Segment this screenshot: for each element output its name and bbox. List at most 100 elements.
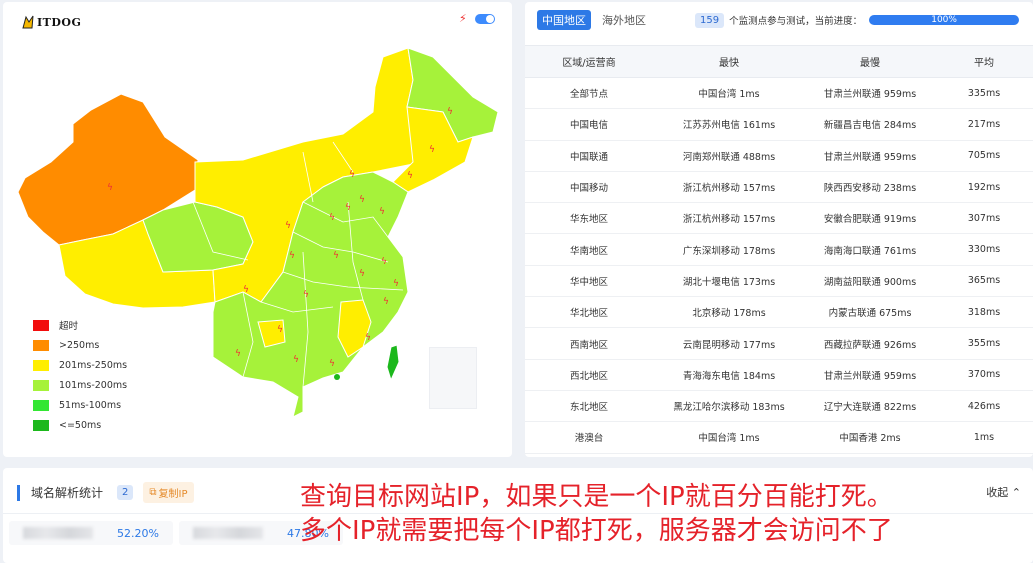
legend-item[interactable]: 201ms-250ms (33, 355, 127, 375)
node-marker-icon: ϟ (393, 279, 399, 289)
node-marker-icon: ϟ (243, 285, 249, 295)
header-average: 平均 (935, 45, 1033, 78)
legend-swatch (33, 399, 49, 411)
node-marker-icon: ϟ (345, 203, 351, 213)
annotation-line-1: 查询目标网站IP，如果只是一个IP就百分百能打死。 (300, 482, 893, 512)
region-hongkong[interactable] (334, 374, 340, 380)
node-marker-icon: ϟ (381, 257, 387, 267)
cell-fastest: 中国台湾 1ms (653, 421, 805, 454)
header-fastest: 最快 (653, 45, 805, 78)
cell-fastest: 河南郑州联通 488ms (653, 140, 805, 172)
table-row[interactable]: 华东地区 浙江杭州移动 157ms 安徽合肥联通 919ms 307ms (525, 202, 1033, 235)
collapse-label: 收起 (986, 486, 1009, 499)
cell-average: 330ms (935, 233, 1033, 266)
legend-item[interactable]: 超时 (33, 315, 127, 335)
node-marker-icon: ϟ (365, 333, 371, 343)
node-marker-icon: ϟ (333, 251, 339, 261)
cell-average: 1ms (935, 421, 1033, 454)
legend-swatch (33, 339, 49, 351)
cell-region: 华东地区 (525, 202, 653, 235)
cell-fastest: 广东深圳移动 178ms (653, 233, 805, 266)
table-row[interactable]: 西南地区 云南昆明移动 177ms 西藏拉萨联通 926ms 355ms (525, 327, 1033, 360)
legend-label: >250ms (59, 339, 100, 351)
collapse-button[interactable]: 收起 ⌃ (986, 484, 1021, 500)
legend-label: 101ms-200ms (59, 379, 128, 391)
ip-address-blurred (193, 527, 263, 539)
cell-fastest: 黑龙江哈尔滨移动 183ms (653, 390, 805, 423)
table-row[interactable]: 华北地区 北京移动 178ms 内蒙古联通 675ms 318ms (525, 296, 1033, 329)
south-china-sea-inset (429, 347, 477, 409)
cell-slowest: 西藏拉萨联通 926ms (805, 327, 935, 360)
cell-region: 中国联通 (525, 140, 653, 172)
ip-count-badge: 2 (117, 485, 134, 500)
cell-region: 西北地区 (525, 359, 653, 391)
table-row[interactable]: 中国电信 江苏苏州电信 161ms 新疆昌吉电信 284ms 217ms (525, 108, 1033, 141)
table-row[interactable]: 东北地区 黑龙江哈尔滨移动 183ms 辽宁大连联通 822ms 426ms (525, 390, 1033, 423)
header-region: 区域/运营商 (525, 45, 653, 78)
region-taiwan[interactable] (386, 344, 400, 382)
copy-ip-button[interactable]: ⧉ 复制IP (143, 482, 194, 503)
progress-bar: 100% (869, 15, 1020, 25)
cell-region: 西南地区 (525, 327, 653, 360)
node-marker-icon: ϟ (235, 349, 241, 359)
cell-average: 365ms (935, 265, 1033, 298)
cell-average: 307ms (935, 202, 1033, 235)
node-marker-icon: ϟ (359, 269, 365, 279)
legend-label: 51ms-100ms (59, 399, 122, 411)
cell-fastest: 江苏苏州电信 161ms (653, 108, 805, 141)
node-marker-icon: ϟ (329, 213, 335, 223)
cell-average: 705ms (935, 140, 1033, 172)
results-table: 区域/运营商 最快 最慢 平均 全部节点 中国台湾 1ms 甘肃兰州联通 959ms… (525, 45, 1033, 454)
table-row[interactable]: 港澳台 中国台湾 1ms 中国香港 2ms 1ms (525, 421, 1033, 454)
section-title: 域名解析统计 (31, 486, 104, 500)
ip-address-blurred (23, 527, 93, 539)
cell-slowest: 海南海口联通 761ms (805, 233, 935, 266)
legend-label: 201ms-250ms (59, 359, 128, 371)
table-header-row: 区域/运营商 最快 最慢 平均 (525, 45, 1033, 78)
cell-slowest: 甘肃兰州联通 959ms (805, 77, 935, 110)
cell-slowest: 内蒙古联通 675ms (805, 296, 935, 329)
legend-item[interactable]: <=50ms (33, 415, 127, 435)
table-row[interactable]: 西北地区 青海海东电信 184ms 甘肃兰州联通 959ms 370ms (525, 359, 1033, 391)
cell-fastest: 浙江杭州移动 157ms (653, 202, 805, 235)
node-marker-icon: ϟ (447, 107, 453, 117)
latency-legend: 超时 >250ms 201ms-250ms 101ms-200ms 51ms-100ms… (33, 315, 127, 435)
cell-fastest: 中国台湾 1ms (653, 77, 805, 110)
legend-label: <=50ms (59, 419, 102, 431)
cell-slowest: 辽宁大连联通 822ms (805, 390, 935, 423)
tab-china[interactable]: 中国地区 (537, 10, 591, 30)
cell-slowest: 安徽合肥联通 919ms (805, 202, 935, 235)
cell-average: 426ms (935, 390, 1033, 423)
node-marker-icon: ϟ (349, 170, 355, 180)
cell-average: 217ms (935, 108, 1033, 141)
results-panel: 中国地区 海外地区 159 个监测点参与测试，当前进度： 100% 区域/运营商… (525, 2, 1033, 457)
node-marker-icon: ϟ (359, 195, 365, 205)
node-marker-icon: ϟ (383, 297, 389, 307)
cell-fastest: 云南昆明移动 177ms (653, 327, 805, 360)
legend-item[interactable]: 101ms-200ms (33, 375, 127, 395)
table-row[interactable]: 全部节点 中国台湾 1ms 甘肃兰州联通 959ms 335ms (525, 77, 1033, 110)
table-row[interactable]: 中国联通 河南郑州联通 488ms 甘肃兰州联通 959ms 705ms (525, 140, 1033, 172)
cell-slowest: 新疆昌吉电信 284ms (805, 108, 935, 141)
node-marker-icon: ϟ (293, 355, 299, 365)
node-marker-icon: ϟ (107, 183, 113, 193)
legend-item[interactable]: >250ms (33, 335, 127, 355)
table-row[interactable]: 华南地区 广东深圳移动 178ms 海南海口联通 761ms 330ms (525, 233, 1033, 266)
dns-stats-header: 域名解析统计 2 ⧉ 复制IP (17, 482, 194, 503)
map-panel: ITDOG ⚡ ϟ ϟ ϟ ϟ ϟ ϟ ϟ ϟ ϟ ϟ ϟ ϟ ϟ ϟ ϟ ϟ … (3, 2, 512, 457)
cell-average: 192ms (935, 171, 1033, 204)
ip-entry[interactable]: 52.20% (9, 521, 173, 545)
table-row[interactable]: 华中地区 湖北十堰电信 173ms 湖南益阳联通 900ms 365ms (525, 265, 1033, 298)
copy-icon: ⧉ (149, 487, 157, 498)
legend-item[interactable]: 51ms-100ms (33, 395, 127, 415)
node-marker-icon: ϟ (289, 251, 295, 261)
tab-overseas[interactable]: 海外地区 (597, 10, 651, 30)
table-row[interactable]: 中国移动 浙江杭州移动 157ms 陕西西安移动 238ms 192ms (525, 171, 1033, 204)
annotation-overlay: 查询目标网站IP，如果只是一个IP就百分百能打死。 多个IP就需要把每个IP都打… (300, 480, 893, 548)
cell-fastest: 青海海东电信 184ms (653, 359, 805, 391)
cell-average: 335ms (935, 77, 1033, 110)
legend-swatch (33, 419, 49, 431)
cell-region: 东北地区 (525, 390, 653, 423)
annotation-line-2: 多个IP就需要把每个IP都打死，服务器才会访问不了 (300, 516, 893, 546)
progress-label: 个监测点参与测试，当前进度： (729, 16, 863, 27)
